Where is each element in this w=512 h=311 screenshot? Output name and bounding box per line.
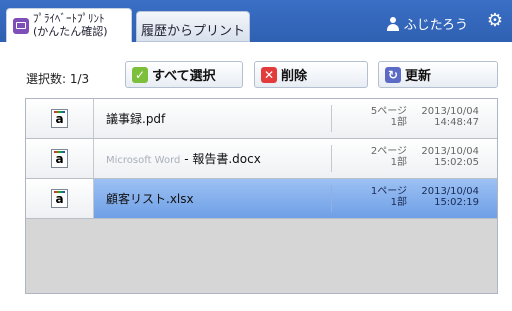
row-icon-cell: a [26,179,94,218]
document-icon: a [51,189,68,208]
row-icon-cell: a [26,139,94,178]
select-all-button[interactable]: ✓ すべて選択 [125,61,243,88]
tab-print-from-history[interactable]: 履歴からプリント [136,11,250,42]
row-divider [331,185,332,212]
app-name: Microsoft Word [106,155,181,166]
user-menu[interactable]: ふじたろう [386,14,468,33]
delete-button[interactable]: ✕ 削除 [254,61,368,88]
job-pages: 5ページ 1部 [370,106,407,128]
row-icon-cell: a [26,99,94,138]
job-datetime: 2013/10/04 15:02:19 [421,186,479,208]
table-row-selected[interactable]: a 顧客リスト.xlsx 1ページ 1部 2013/10/04 15:02:19 [26,179,497,219]
delete-label: 削除 [281,69,308,84]
select-all-label: すべて選択 [152,69,216,84]
check-icon: ✓ [132,66,148,83]
gear-icon[interactable]: ⚙ [486,12,504,30]
job-pages: 2ページ 1部 [370,146,407,168]
job-datetime: 2013/10/04 15:02:05 [421,146,479,168]
table-row[interactable]: a Microsoft Word - 報告書.docx 2ページ 1部 2013/… [26,139,497,179]
refresh-icon: ↻ [385,66,401,83]
table-row[interactable]: a 議事録.pdf 5ページ 1部 2013/10/04 14:48:47 [26,99,497,139]
user-name: ふじたろう [403,18,468,33]
job-name: Microsoft Word - 報告書.docx [106,152,261,166]
document-icon: a [51,149,68,168]
tab-label-line1: ﾌﾟﾗｲﾍﾞｰﾄﾌﾟﾘﾝﾄ [33,12,105,25]
job-pages: 1ページ 1部 [370,186,407,208]
tab-label: 履歴からプリント [140,24,245,39]
job-name: 議事録.pdf [106,112,166,126]
job-name: 顧客リスト.xlsx [106,192,194,206]
user-icon [386,16,400,31]
refresh-label: 更新 [405,69,432,84]
job-list[interactable]: a 議事録.pdf 5ページ 1部 2013/10/04 14:48:47 a Mi… [25,98,498,294]
private-print-icon [13,18,29,34]
job-datetime: 2013/10/04 14:48:47 [421,106,479,128]
row-divider [331,105,332,132]
refresh-button[interactable]: ↻ 更新 [378,61,498,88]
tab-private-print[interactable]: ﾌﾟﾗｲﾍﾞｰﾄﾌﾟﾘﾝﾄ (かんたん確認) [6,8,132,42]
x-icon: ✕ [261,66,277,83]
row-divider [331,145,332,172]
header-divider [0,42,512,46]
tab-label-line2: (かんたん確認) [33,25,108,38]
selected-count: 選択数: 1/3 [26,72,90,86]
document-icon: a [51,109,68,128]
